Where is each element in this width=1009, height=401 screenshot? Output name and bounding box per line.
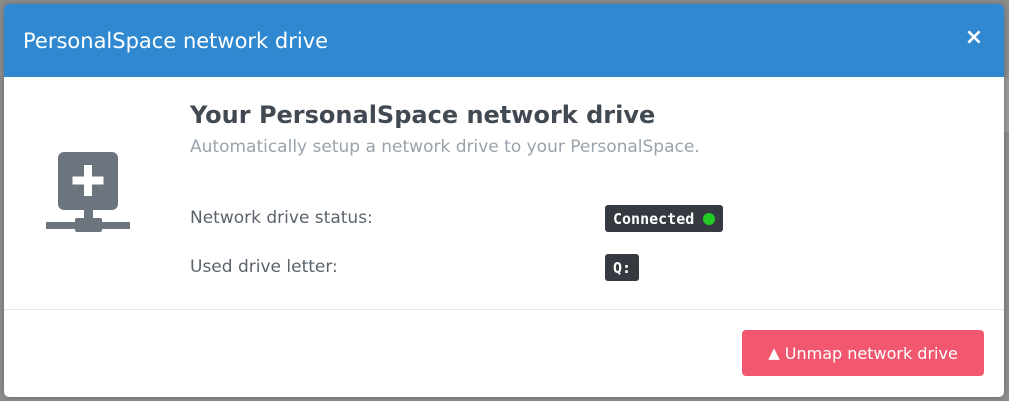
network-drive-icon [46,152,132,242]
connected-indicator-icon [703,212,716,225]
modal-footer: ▲ Unmap network drive [4,310,1004,397]
status-label: Network drive status: [190,208,373,228]
drive-letter-label: Used drive letter: [190,257,338,277]
background-panel [1004,78,1009,132]
drive-letter-value: Q: [605,254,640,281]
status-badge: Connected [605,205,724,232]
section-subheading: Automatically setup a network drive to y… [190,137,700,157]
drive-letter-row: Used drive letter: Q: [190,252,980,282]
unmap-network-drive-button[interactable]: ▲ Unmap network drive [742,330,984,376]
content-area: Your PersonalSpace network drive Automat… [190,99,980,158]
close-button[interactable]: × [962,24,986,52]
warning-icon: ▲ [768,344,780,362]
drive-letter-badge: Q: [605,254,640,281]
modal-header: PersonalSpace network drive × [4,4,1004,77]
status-row: Network drive status: Connected [190,203,980,233]
status-value: Connected [605,205,724,232]
modal-body: Your PersonalSpace network drive Automat… [4,77,1004,310]
network-drive-modal: PersonalSpace network drive × Your Perso… [4,4,1004,397]
section-heading: Your PersonalSpace network drive [190,101,656,129]
unmap-button-label: Unmap network drive [784,343,958,363]
status-text: Connected [613,209,695,228]
modal-title: PersonalSpace network drive [23,28,329,53]
